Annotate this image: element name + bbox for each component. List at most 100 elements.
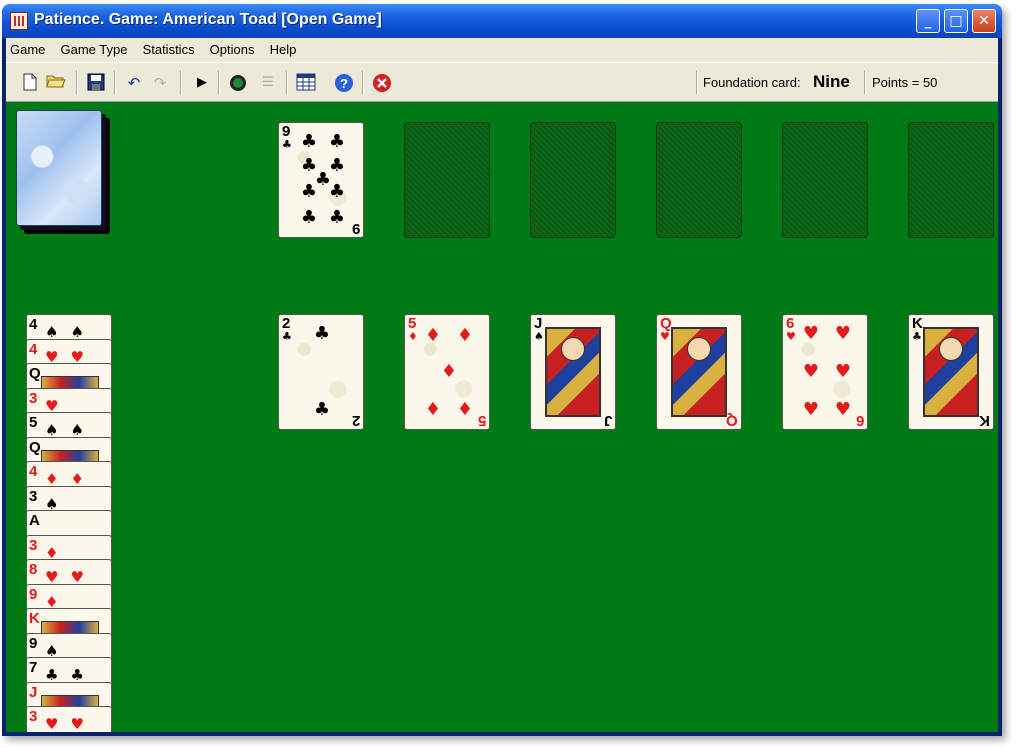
reserve-card: 3 ♥	[26, 387, 112, 414]
club-icon: ♣	[300, 181, 318, 202]
deal-icon[interactable]: ☰	[258, 73, 278, 93]
spade-icon: ♠♠	[45, 421, 96, 438]
reserve-card: 3 ♠	[26, 485, 112, 512]
club-icon: ♣♣	[45, 666, 96, 683]
card-rank: 4	[29, 316, 38, 333]
tableau-card[interactable]: 5 ♦ ♦ ♦ ♦ ♦ ♦ 5	[404, 314, 490, 430]
card-rank: 9	[29, 585, 38, 603]
card-rank: K	[979, 412, 990, 429]
svg-text:?: ?	[340, 76, 348, 91]
club-icon: ♣	[313, 323, 331, 344]
reserve-card: K	[26, 608, 112, 634]
diamond-icon: ♦♦	[45, 470, 96, 487]
window-title: Patience. Game: American Toad [Open Game…	[34, 11, 382, 28]
statistics-table-icon[interactable]	[296, 73, 316, 93]
club-icon: ♣	[328, 207, 346, 228]
reserve-card[interactable]: 3 ♥♥	[26, 706, 112, 732]
card-rank: 7	[29, 659, 38, 676]
tableau-card[interactable]: Q ♥ Q	[656, 314, 742, 430]
save-icon[interactable]	[86, 73, 106, 93]
card-rank: A	[29, 512, 40, 529]
queen-face-art	[671, 327, 727, 417]
diamond-icon: ♦	[45, 592, 71, 610]
reserve-card: 9 ♠	[26, 632, 112, 659]
foundation-card-value: Nine	[813, 72, 850, 91]
jack-face-art	[545, 327, 601, 417]
open-folder-icon[interactable]	[46, 73, 66, 93]
app-window: Patience. Game: American Toad [Open Game…	[2, 4, 1002, 736]
card-rank: 2	[351, 412, 360, 429]
menu-game[interactable]: Game	[6, 38, 49, 57]
card-rank: 3	[29, 708, 38, 725]
undo-icon[interactable]: ↶	[124, 73, 144, 93]
minimize-button[interactable]: _	[916, 9, 940, 33]
foundation-slot[interactable]	[404, 122, 490, 238]
diamond-icon: ♦	[424, 399, 442, 420]
heart-icon: ♥	[802, 361, 820, 382]
game-table: 9 ♣ ♣ ♣ ♣ ♣ ♣ ♣ ♣ ♣ ♣ 9 2 ♣ ♣ ♣ 2 5 ♦ ♦ …	[6, 102, 998, 732]
spade-icon: ♠♠	[45, 323, 96, 340]
menu-help[interactable]: Help	[266, 38, 301, 57]
card-rank: 2	[282, 315, 291, 332]
card-rank: 9	[29, 634, 38, 652]
heart-icon: ♥♥	[45, 347, 96, 365]
heart-icon: ♥	[834, 399, 852, 420]
points-display: Points = 50	[872, 75, 938, 90]
foundation-card[interactable]: 9 ♣ ♣ ♣ ♣ ♣ ♣ ♣ ♣ ♣ ♣ 9	[278, 122, 364, 238]
card-rank: J	[534, 315, 543, 332]
king-face-art	[923, 327, 979, 417]
heart-icon: ♥	[802, 323, 820, 344]
new-game-icon[interactable]	[20, 73, 40, 93]
card-rank: Q	[660, 315, 672, 332]
menu-bar: Game Game Type Statistics Options Help	[6, 38, 998, 62]
tableau-card[interactable]: J ♠ J	[530, 314, 616, 430]
heart-icon: ♥	[834, 361, 852, 382]
diamond-icon: ♦	[440, 361, 458, 382]
diamond-icon: ♦	[456, 399, 474, 420]
reserve-card: Q	[26, 436, 112, 463]
play-icon[interactable]: ▶	[192, 73, 212, 93]
card-rank: 9	[351, 220, 360, 237]
foundation-card-label: Foundation card:	[703, 75, 801, 90]
reserve-card: A	[26, 510, 112, 536]
stock-pile[interactable]	[16, 110, 102, 226]
card-rank: 9	[282, 123, 291, 140]
redo-icon[interactable]: ↷	[150, 73, 170, 93]
card-rank: K	[912, 315, 923, 332]
heart-icon: ♥	[45, 396, 71, 414]
foundation-slot[interactable]	[530, 122, 616, 238]
maximize-button[interactable]: □	[944, 9, 968, 33]
help-icon[interactable]: ?	[334, 73, 354, 93]
reserve-card: 5 ♠♠	[26, 412, 112, 438]
toolbar: ↶ ↷ ▶ ☰ ? Foundation card: Nine Points =…	[6, 62, 998, 102]
heart-icon: ♥	[802, 399, 820, 420]
tableau-card[interactable]: K ♣ K	[908, 314, 994, 430]
reserve-card: 9 ♦	[26, 583, 112, 610]
menu-options[interactable]: Options	[206, 38, 259, 57]
tableau-card[interactable]: 2 ♣ ♣ ♣ 2	[278, 314, 364, 430]
tableau-card[interactable]: 6 ♥ ♥ ♥ ♥ ♥ ♥ ♥ 6	[782, 314, 868, 430]
record-icon[interactable]	[228, 73, 248, 93]
card-rank: 6	[786, 315, 795, 332]
card-rank: Q	[29, 438, 41, 456]
spade-icon: ♠	[534, 330, 544, 343]
card-rank: 3	[29, 389, 38, 407]
foundation-slot[interactable]	[782, 122, 868, 238]
diamond-icon: ♦	[45, 543, 71, 561]
card-rank: J	[603, 412, 612, 429]
title-bar[interactable]: Patience. Game: American Toad [Open Game…	[2, 4, 1002, 38]
menu-game-type[interactable]: Game Type	[57, 38, 132, 57]
club-icon: ♣	[313, 399, 331, 420]
foundation-slot[interactable]	[656, 122, 742, 238]
club-icon: ♣	[282, 330, 292, 343]
exit-icon[interactable]	[372, 73, 392, 93]
reserve-card: 3 ♦	[26, 534, 112, 561]
menu-statistics[interactable]: Statistics	[139, 38, 199, 57]
reserve-card: 4 ♥♥	[26, 338, 112, 365]
reserve-card: J	[26, 681, 112, 708]
card-rank: 3	[29, 536, 38, 554]
close-button[interactable]: ✕	[972, 9, 996, 33]
foundation-slot[interactable]	[908, 122, 994, 238]
card-rank: 6	[855, 412, 864, 429]
reserve-card: Q	[26, 363, 112, 389]
